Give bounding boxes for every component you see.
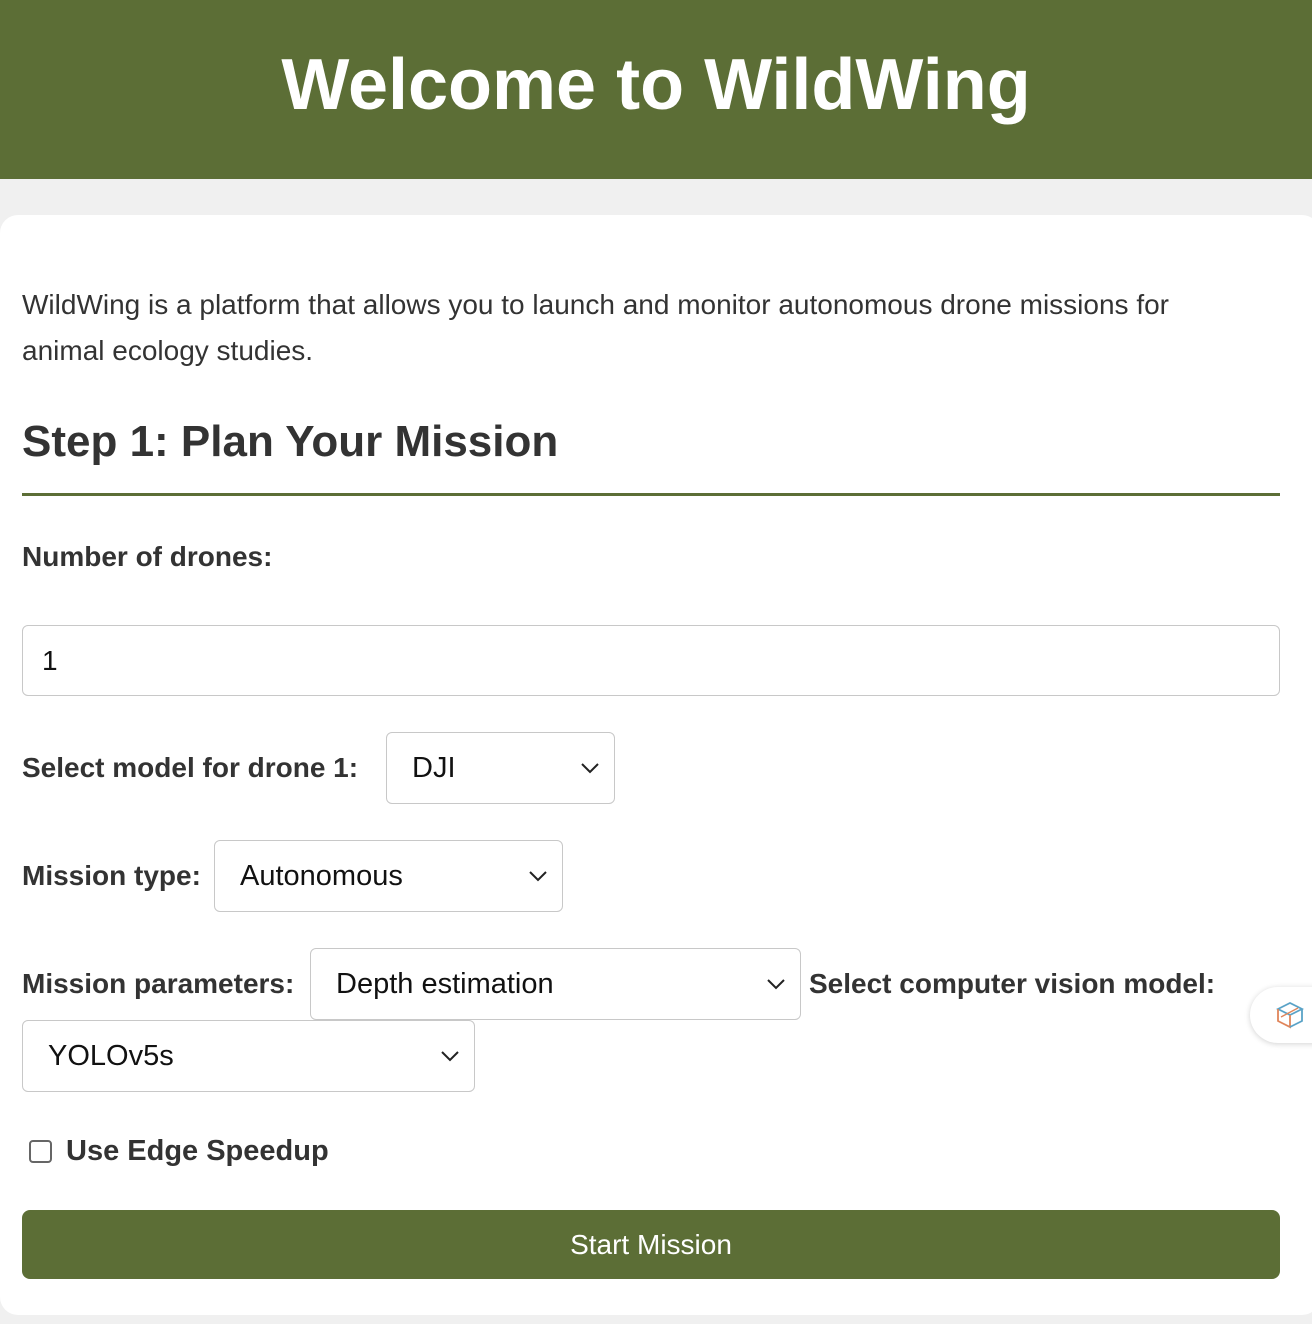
chevron-down-icon — [529, 871, 547, 882]
cv-model-label: Select computer vision model: — [809, 968, 1216, 999]
drone-count-label: Number of drones: — [22, 541, 273, 572]
page-title: Welcome to WildWing — [281, 44, 1031, 125]
start-mission-button[interactable]: Start Mission — [22, 1210, 1280, 1279]
page-header: Welcome to WildWing — [0, 0, 1312, 179]
edge-speedup-checkbox[interactable] — [29, 1139, 52, 1163]
step-title: Step 1: Plan Your Mission — [22, 417, 559, 466]
mission-type-select[interactable]: Autonomous — [214, 840, 563, 912]
drone-model-label: Select model for drone 1: — [22, 752, 359, 783]
mission-params-select[interactable]: Depth estimation — [310, 948, 801, 1020]
drone-model-select[interactable]: DJI — [386, 732, 615, 804]
chevron-down-icon — [767, 979, 785, 990]
chevron-down-icon — [581, 763, 599, 774]
mission-params-label: Mission parameters: — [22, 968, 295, 999]
cv-model-value: YOLOv5s — [48, 1039, 174, 1072]
cv-model-select[interactable]: YOLOv5s — [22, 1020, 475, 1092]
drone-count-input[interactable] — [22, 625, 1280, 696]
mission-type-value: Autonomous — [240, 859, 403, 892]
cube-icon — [1275, 1001, 1305, 1029]
floating-widget[interactable] — [1250, 987, 1312, 1043]
section-divider — [22, 493, 1280, 496]
chevron-down-icon — [441, 1051, 459, 1062]
edge-speedup-label[interactable]: Use Edge Speedup — [66, 1134, 329, 1168]
mission-type-label: Mission type: — [22, 860, 201, 891]
drone-model-value: DJI — [412, 751, 456, 784]
mission-params-value: Depth estimation — [336, 967, 554, 1000]
edge-speedup-row: Use Edge Speedup — [29, 1134, 329, 1168]
intro-text: WildWing is a platform that allows you t… — [22, 289, 1169, 366]
